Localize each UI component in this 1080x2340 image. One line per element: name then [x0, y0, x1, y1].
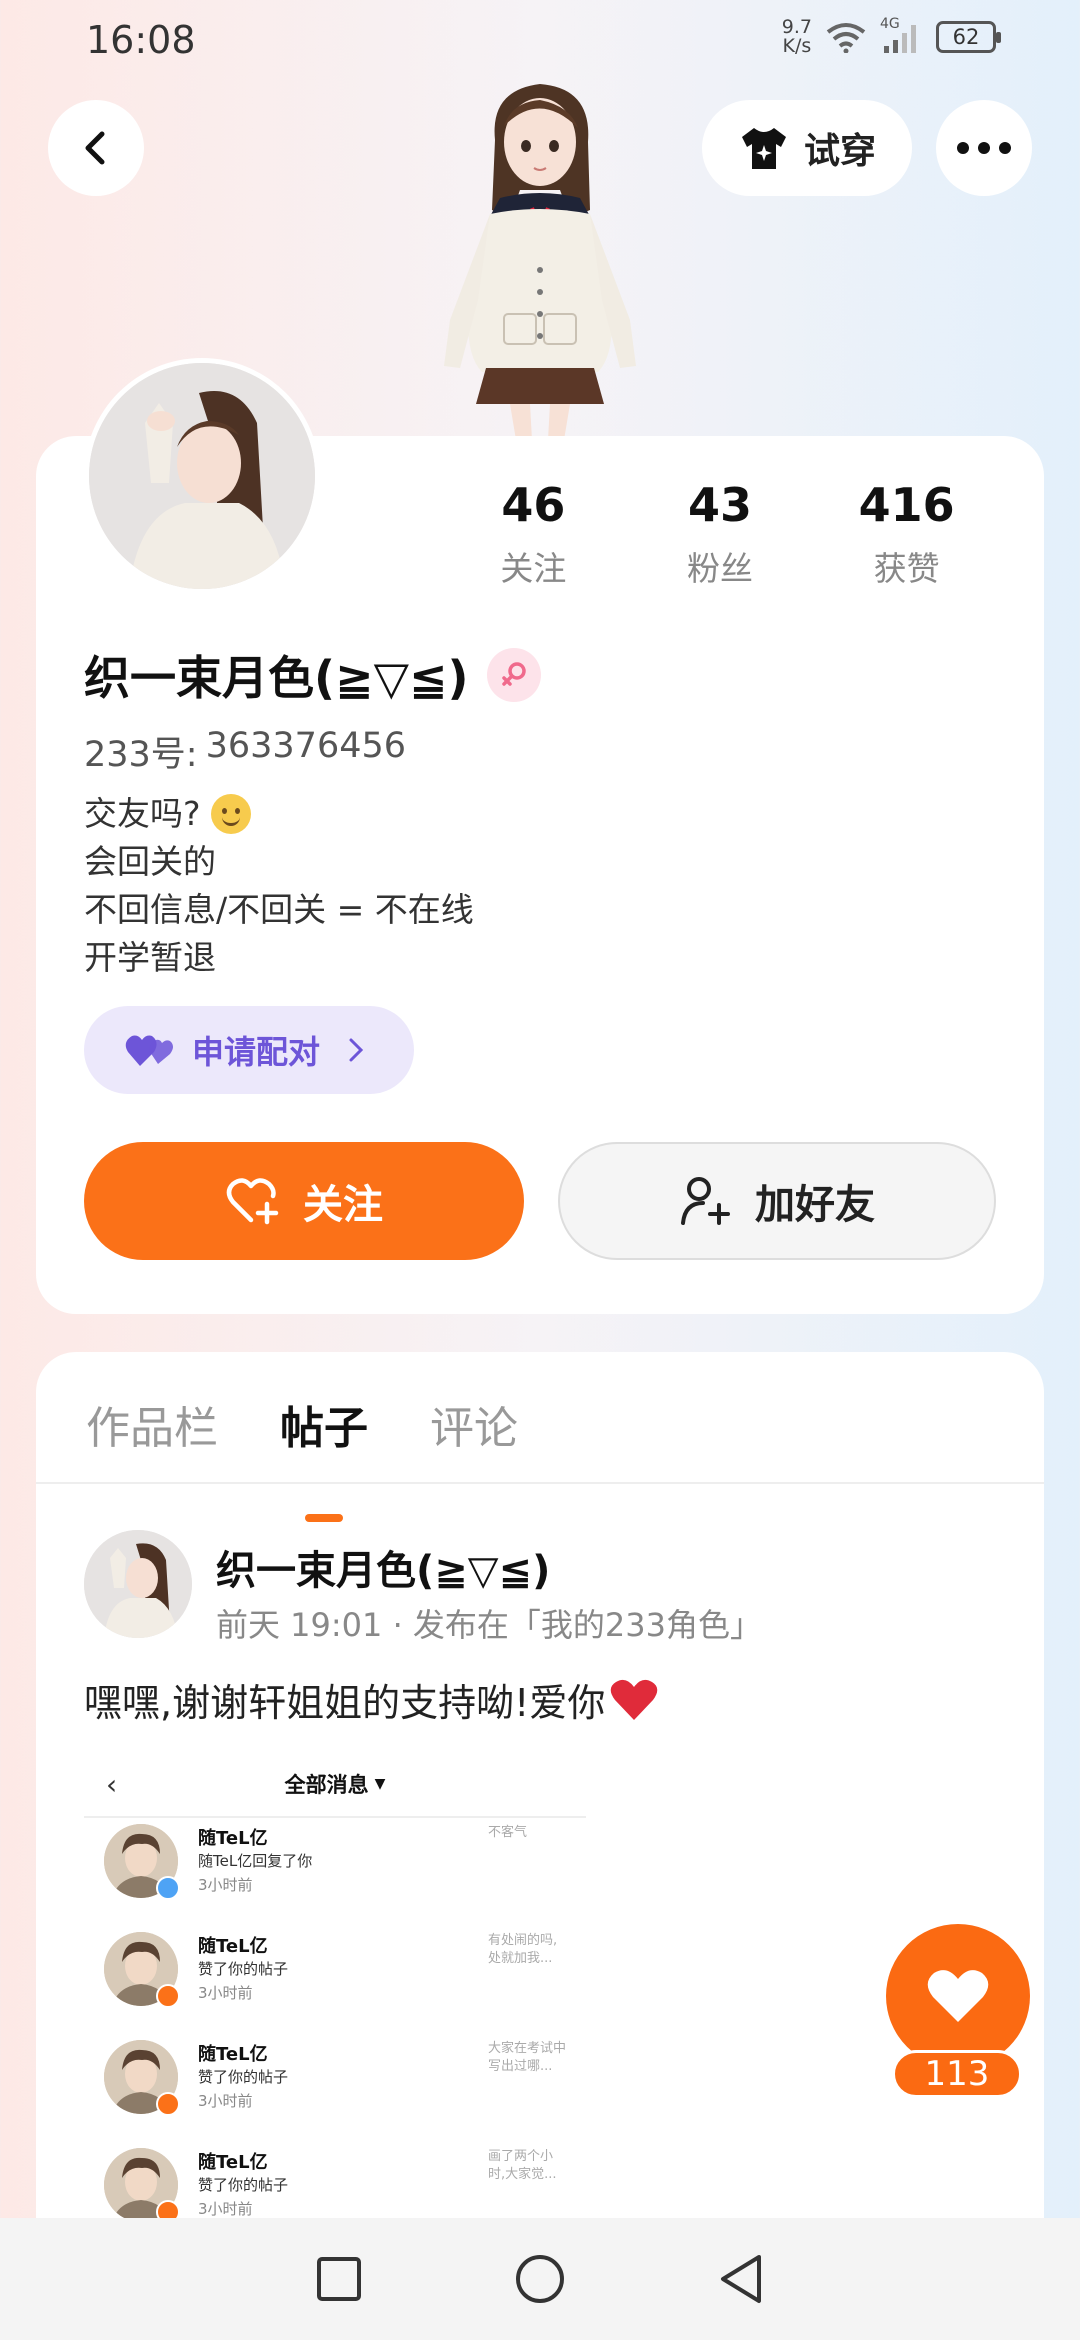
user-add-icon	[681, 1177, 730, 1225]
back-nav-icon[interactable]	[717, 2253, 765, 2305]
network-speed: 9.7 K/s	[781, 16, 812, 57]
notification-row: 随TeL亿 赞了你的帖子 3小时前 大家在考试中写出过哪...	[84, 2034, 586, 2142]
battery-icon: 62	[936, 21, 1001, 53]
nickname-row: 织一束月色(≧▽≦)	[84, 642, 541, 708]
notification-row: 随TeL亿 赞了你的帖子 3小时前 有处闹的吗,处就加我...	[84, 1926, 586, 2034]
dropdown-caret-icon: ▼	[374, 1776, 386, 1792]
smile-emoji-icon	[210, 794, 251, 834]
heart-icon	[927, 1970, 989, 2022]
stat-followers[interactable]: 43 粉丝	[627, 478, 814, 590]
like-badge-icon	[156, 1984, 180, 2008]
image-back-icon: ‹	[106, 1768, 118, 1801]
post-meta: 前天 19:01 · 发布在「我的233角色」	[216, 1606, 762, 1644]
post-author-avatar[interactable]	[84, 1530, 192, 1638]
chevron-right-icon	[349, 1038, 364, 1062]
add-friend-button[interactable]: 加好友	[558, 1142, 996, 1260]
more-button[interactable]	[936, 100, 1032, 196]
profile-avatar[interactable]	[84, 358, 320, 594]
profile-tabs: 作品栏 帖子 评论	[86, 1392, 518, 1522]
hearts-icon	[125, 1035, 173, 1066]
stat-likes[interactable]: 416 获赞	[813, 478, 1000, 590]
like-badge-icon	[156, 2092, 180, 2116]
bio: 交友吗? 会回关的 不回信息/不回关 = 不在线 开学暂退	[84, 790, 474, 982]
bio-line: 交友吗?	[84, 790, 474, 838]
bio-line: 会回关的	[84, 842, 216, 881]
chevron-left-icon	[85, 131, 105, 165]
status-time: 16:08	[86, 18, 196, 62]
follow-button[interactable]: 关注	[84, 1142, 524, 1260]
tab-posts[interactable]: 帖子	[280, 1392, 368, 1522]
tab-works[interactable]: 作品栏	[86, 1392, 218, 1456]
red-heart-icon	[611, 1679, 658, 1720]
shirt-icon	[741, 128, 786, 169]
wifi-icon	[826, 23, 866, 53]
try-on-button[interactable]: 试穿	[702, 100, 912, 196]
notification-row: 随TeL亿 随TeL亿回复了你 3小时前 不客气	[84, 1818, 586, 1926]
back-button[interactable]	[48, 100, 144, 196]
profile-stats: 46 关注 43 粉丝 416 获赞	[440, 478, 1000, 590]
status-icons: 9.7 K/s 4G 62	[781, 16, 1001, 57]
character-figure[interactable]	[420, 70, 660, 440]
post-text[interactable]: 嘿嘿,谢谢轩姐姐的支持呦!爱你	[84, 1672, 659, 1727]
bio-line: 开学暂退	[84, 938, 216, 977]
heart-add-icon	[226, 1178, 279, 1225]
tab-comments[interactable]: 评论	[430, 1392, 518, 1456]
female-gender-icon	[486, 648, 541, 702]
user-id[interactable]: 233号: 363376456	[84, 726, 406, 777]
post-author-name[interactable]: 织一束月色(≧▽≦)	[216, 1538, 550, 1596]
recent-apps-icon[interactable]	[315, 2255, 363, 2303]
system-nav-bar	[0, 2218, 1080, 2340]
like-button[interactable]	[886, 1924, 1030, 2068]
stat-following[interactable]: 46 关注	[440, 478, 627, 590]
nickname: 织一束月色(≧▽≦)	[84, 651, 469, 705]
content-card: 作品栏 帖子 评论 织一束月色(≧▽≦) 前天 19:01 · 发布在「我的23…	[36, 1352, 1044, 2340]
apply-pair-button[interactable]: 申请配对	[84, 1006, 414, 1094]
tabs-divider	[36, 1482, 1044, 1484]
cell-signal-icon: 4G	[880, 16, 922, 54]
bio-line: 不回信息/不回关 = 不在线	[84, 890, 474, 929]
like-count: 113	[892, 2050, 1022, 2098]
post-image[interactable]: ‹ 全部消息 ▼ 随TeL亿 随TeL亿回复了你 3小时前 不客气 随TeL亿 …	[84, 1752, 586, 2272]
home-icon[interactable]	[514, 2253, 566, 2305]
image-header: ‹ 全部消息 ▼	[84, 1752, 586, 1818]
comment-badge-icon	[156, 1876, 180, 1900]
more-dots-icon	[957, 142, 1011, 154]
